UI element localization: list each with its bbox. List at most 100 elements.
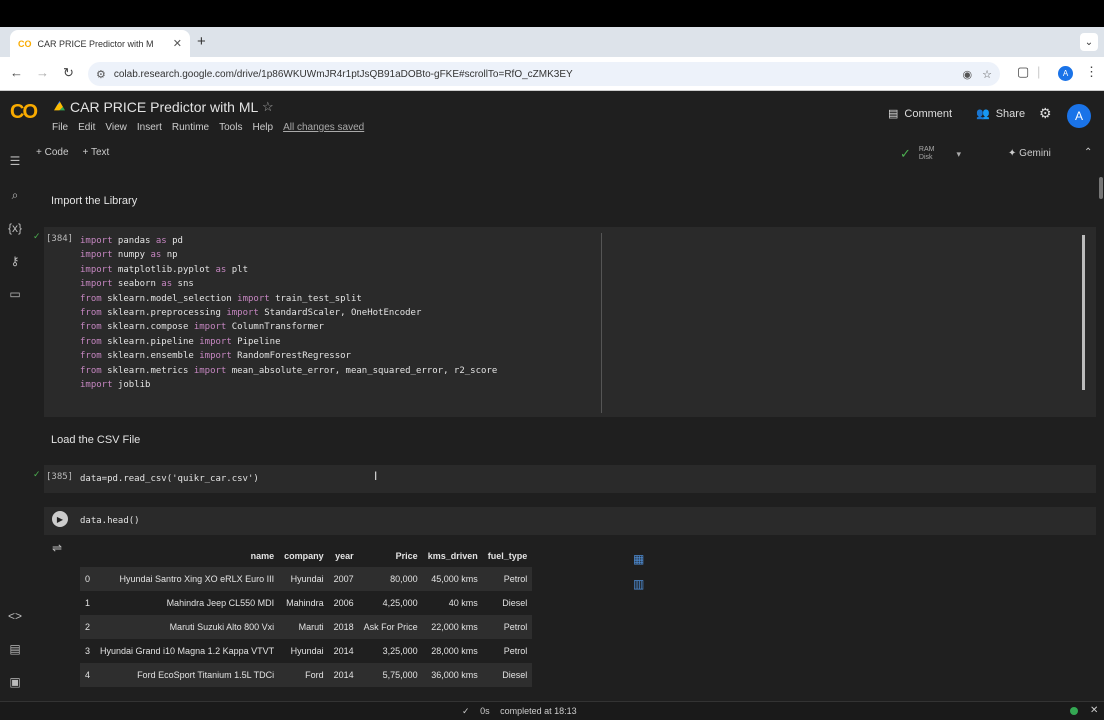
bookmark-star-icon[interactable]: ☆ — [982, 68, 992, 81]
close-tab-icon[interactable]: ✕ — [173, 37, 182, 50]
cell-year: 2014 — [333, 646, 354, 656]
menu-file[interactable]: File — [52, 122, 68, 133]
toc-icon[interactable]: ☰ — [6, 154, 24, 168]
close-status-icon[interactable]: ✕ — [1090, 705, 1098, 716]
status-text[interactable]: ✓ 0s completed at 18:13 — [462, 706, 577, 717]
connected-check-icon: ✓ — [900, 146, 911, 161]
menu-runtime[interactable]: Runtime — [172, 122, 209, 133]
resources-indicator[interactable]: ✓ RAM Disk ▾ — [900, 146, 961, 162]
row-index: 2 — [80, 615, 96, 639]
menu-edit[interactable]: Edit — [78, 122, 95, 133]
tab-title: CAR PRICE Predictor with M — [37, 38, 154, 49]
table-view-icon[interactable]: ▦ — [633, 552, 644, 566]
editor-divider — [601, 233, 602, 413]
cell-year: 2007 — [328, 567, 359, 591]
code-editor[interactable]: import pandas as pd import numpy as np i… — [80, 234, 497, 392]
table-row: 4 Ford EcoSport Titanium 1.5L TDCi Ford … — [80, 663, 533, 687]
screen-top-border — [0, 0, 1104, 27]
cell-company: Maruti — [279, 615, 329, 639]
add-text-button[interactable]: + Text — [83, 147, 110, 158]
output-actions-icon[interactable]: ⇌ — [52, 541, 62, 555]
cell-year: 2006 — [333, 598, 354, 608]
text-cursor-icon: I — [374, 469, 378, 483]
add-code-button[interactable]: + Code — [36, 147, 69, 158]
terminal-icon[interactable]: ▣ — [6, 675, 24, 689]
row-index: 3 — [85, 646, 91, 656]
table-row: 2 Maruti Suzuki Alto 800 Vxi Maruti 2018… — [80, 615, 533, 639]
cell-fuel: Diesel — [482, 663, 533, 687]
table-row: 1 Mahindra Jeep CL550 MDI Mahindra 2006 … — [80, 591, 532, 615]
site-info-icon[interactable]: ⚙ — [96, 68, 106, 81]
account-avatar[interactable]: A — [1067, 104, 1091, 128]
browser-menu-icon[interactable]: ⋮ — [1085, 64, 1098, 80]
code-editor[interactable]: data=pd.read_csv('quikr_car.csv') — [80, 472, 259, 486]
menu-bar: File Edit View Insert Runtime Tools Help… — [52, 122, 364, 133]
secrets-key-icon[interactable]: ⚷ — [6, 254, 24, 268]
markdown-cell-load[interactable]: Load the CSV File — [51, 434, 140, 446]
colab-logo[interactable]: CO — [10, 101, 38, 124]
code-snippets-icon[interactable]: <> — [6, 609, 24, 623]
code-cell-head[interactable]: data.head() — [44, 507, 1096, 535]
menu-view[interactable]: View — [105, 122, 127, 133]
notebook-content: Import the Library ✓ [384] import pandas… — [32, 175, 1098, 697]
comment-label: Comment — [904, 107, 953, 120]
code-cell-read-csv[interactable]: ✓ [385] data=pd.read_csv('quikr_car.csv'… — [33, 465, 1096, 493]
url-text: colab.research.google.com/drive/1p86WKUW… — [113, 68, 573, 80]
code-cell-imports[interactable]: ✓ [384] import pandas as pd import numpy… — [33, 227, 1096, 417]
cell-price: 80,000 — [358, 567, 423, 591]
notebook-toolbar: + Code + Text — [36, 147, 109, 158]
reload-icon[interactable]: ↻ — [63, 65, 74, 81]
tab-search-button[interactable]: ⌄ — [1080, 33, 1098, 51]
column-header: company — [284, 551, 324, 561]
variables-icon[interactable]: {x} — [6, 221, 24, 235]
browser-profile-avatar[interactable]: A — [1058, 66, 1073, 81]
cell-scrollbar[interactable] — [1082, 235, 1085, 390]
scrollbar-thumb[interactable] — [1099, 177, 1103, 199]
files-folder-icon[interactable]: ▭ — [6, 287, 24, 301]
forward-icon[interactable]: → — [36, 65, 49, 80]
cell-name: Hyundai Grand i10 Magna 1.2 Kappa VTVT — [100, 646, 275, 656]
cell-kms: 40 kms — [448, 598, 478, 608]
collapse-header-icon[interactable]: ⌃ — [1084, 147, 1092, 158]
search-icon[interactable]: ⌕ — [6, 188, 24, 203]
save-status[interactable]: All changes saved — [283, 122, 364, 133]
extensions-icon[interactable]: ▢ — [1017, 64, 1029, 80]
cell-year: 2014 — [328, 663, 359, 687]
table-row: 0 Hyundai Santro Xing XO eRLX Euro III H… — [80, 567, 533, 591]
cell-company: Mahindra — [286, 598, 324, 608]
notebook-title[interactable]: CAR PRICE Predictor with ML — [70, 99, 258, 115]
cell-fuel: Diesel — [502, 598, 528, 608]
column-header: year — [335, 551, 354, 561]
markdown-cell-import[interactable]: Import the Library — [51, 195, 137, 207]
status-check-icon: ✓ — [462, 706, 470, 716]
code-editor[interactable]: data.head() — [80, 514, 140, 528]
runtime-dropdown-icon[interactable]: ▾ — [956, 149, 961, 160]
command-palette-icon[interactable]: ▤ — [6, 642, 24, 656]
star-icon[interactable]: ☆ — [262, 99, 274, 115]
cell-company: Hyundai — [290, 646, 324, 656]
cell-price: 5,75,000 — [358, 663, 423, 687]
notebook-scrollbar[interactable] — [1098, 175, 1104, 695]
gemini-button[interactable]: ✦ Gemini — [1008, 148, 1051, 159]
run-cell-button[interactable]: ▶ — [52, 511, 68, 527]
ram-label: RAM — [918, 146, 935, 153]
settings-gear-icon[interactable]: ⚙ — [1039, 105, 1052, 122]
new-tab-button[interactable]: + — [197, 33, 206, 50]
column-header: kms_driven — [427, 551, 478, 561]
address-bar[interactable]: ⚙ colab.research.google.com/drive/1p86WK… — [88, 62, 1000, 86]
exec-success-icon: ✓ — [33, 231, 41, 241]
cell-fuel: Petrol — [482, 567, 533, 591]
browser-tab[interactable]: CO CAR PRICE Predictor with M ✕ — [10, 30, 190, 57]
back-icon[interactable]: ← — [10, 65, 23, 80]
share-button[interactable]: 👥 Share — [976, 107, 1025, 121]
cell-name: Hyundai Santro Xing XO eRLX Euro III — [95, 567, 280, 591]
comment-button[interactable]: ▤ Comment — [888, 107, 953, 121]
menu-insert[interactable]: Insert — [137, 122, 162, 133]
share-people-icon: 👥 — [976, 108, 990, 120]
cell-exec-count: [384] — [46, 234, 74, 244]
chart-suggest-icon[interactable]: ▥ — [633, 577, 644, 591]
hide-eye-icon[interactable]: ◉ — [963, 68, 973, 81]
menu-tools[interactable]: Tools — [219, 122, 242, 133]
colab-app: CO CAR PRICE Predictor with ML ☆ File Ed… — [0, 91, 1104, 720]
menu-help[interactable]: Help — [252, 122, 273, 133]
